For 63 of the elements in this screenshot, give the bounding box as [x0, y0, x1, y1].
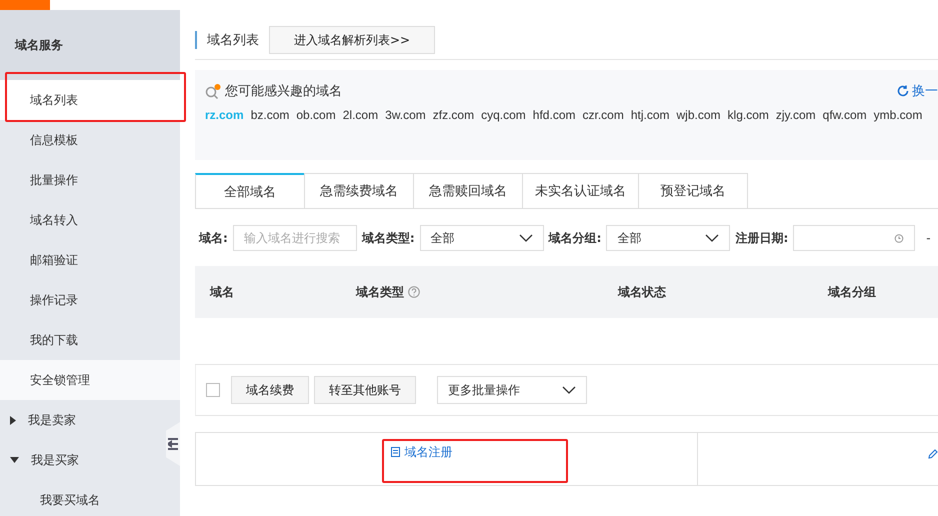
- select-all-checkbox[interactable]: [206, 383, 220, 397]
- sidebar-title: 域名服务: [0, 10, 180, 80]
- tab[interactable]: 预登记域名: [638, 173, 748, 208]
- domain-link[interactable]: htj.com: [630, 108, 670, 122]
- column-header: 域名: [210, 284, 234, 300]
- field-label: 注册日期:: [735, 230, 788, 246]
- sidebar-item[interactable]: 安全锁管理: [0, 360, 180, 400]
- logo-bar: [0, 0, 50, 10]
- sidebar-item[interactable]: 信息模板: [0, 120, 180, 160]
- domain-link[interactable]: ob.com: [296, 108, 336, 122]
- sidebar-subitem[interactable]: 我要买域名: [0, 480, 164, 516]
- domain-link[interactable]: czr.com: [582, 108, 624, 122]
- triangle-right-icon: [10, 416, 16, 424]
- action-button[interactable]: 域名续费: [231, 376, 309, 404]
- suggestion-title: 您可能感兴趣的域名: [225, 83, 342, 100]
- sidebar-group[interactable]: 我是买家: [0, 440, 164, 480]
- group-dropdown[interactable]: 全部: [606, 225, 730, 251]
- page-title: 域名列表: [195, 31, 259, 49]
- sidebar-item[interactable]: 我的下载: [0, 320, 180, 360]
- refresh-icon: [897, 85, 909, 97]
- sidebar-item[interactable]: 域名列表: [0, 80, 180, 120]
- sidebar-item[interactable]: 域名转入: [0, 200, 180, 240]
- domain-link[interactable]: qfw.com: [822, 108, 867, 122]
- tab[interactable]: 全部域名: [195, 173, 305, 208]
- sidebar-item[interactable]: 批量操作: [0, 160, 180, 200]
- collapse-icon: [168, 438, 178, 450]
- domain-link[interactable]: ymb.com: [874, 108, 922, 122]
- date-separator: -: [926, 231, 931, 245]
- domain-link[interactable]: bz.com: [250, 108, 290, 122]
- refresh-link[interactable]: 换一: [897, 82, 938, 100]
- sidebar-group[interactable]: 我是卖家: [0, 400, 164, 440]
- chevron-down-icon: [705, 234, 720, 242]
- date-field[interactable]: [793, 225, 916, 251]
- domain-link[interactable]: klg.com: [728, 108, 769, 122]
- help-icon: [408, 286, 420, 298]
- action-button[interactable]: 转至其他账号: [314, 376, 416, 404]
- sidebar-item[interactable]: 操作记录: [0, 280, 180, 320]
- chevron-down-icon: [562, 386, 576, 394]
- column-header: 域名状态: [618, 284, 666, 300]
- clock-icon: [894, 233, 904, 243]
- chevron-down-icon: [518, 234, 533, 242]
- domain-link[interactable]: cyq.com: [481, 108, 526, 122]
- triangle-down-icon: [10, 457, 19, 463]
- field-label: 域名类型:: [362, 230, 415, 246]
- domain-link[interactable]: wjb.com: [676, 108, 721, 122]
- field-label: 域名分组:: [548, 230, 602, 246]
- register-link[interactable]: 域名注册: [390, 443, 452, 461]
- domain-link[interactable]: zjy.com: [776, 108, 816, 122]
- sidebar-item[interactable]: 邮箱验证: [0, 240, 180, 280]
- document-icon: [390, 447, 400, 457]
- search-icon: [205, 84, 221, 98]
- column-header: 域名分组: [828, 284, 876, 300]
- type-dropdown[interactable]: 全部: [420, 225, 544, 251]
- dns-list-button[interactable]: 进入域名解析列表>>: [269, 26, 436, 54]
- batch-dropdown[interactable]: 更多批量操作: [437, 376, 587, 404]
- column-header: 域名类型: [356, 284, 404, 300]
- domain-search-field[interactable]: 输入域名进行搜索: [232, 225, 357, 251]
- field-label: 域名:: [199, 230, 228, 246]
- pencil-icon: [928, 449, 938, 459]
- domain-link[interactable]: 2l.com: [342, 108, 378, 122]
- domain-link[interactable]: zfz.com: [432, 108, 474, 122]
- domain-link[interactable]: 3w.com: [385, 108, 426, 122]
- domain-link[interactable]: hfd.com: [532, 108, 576, 122]
